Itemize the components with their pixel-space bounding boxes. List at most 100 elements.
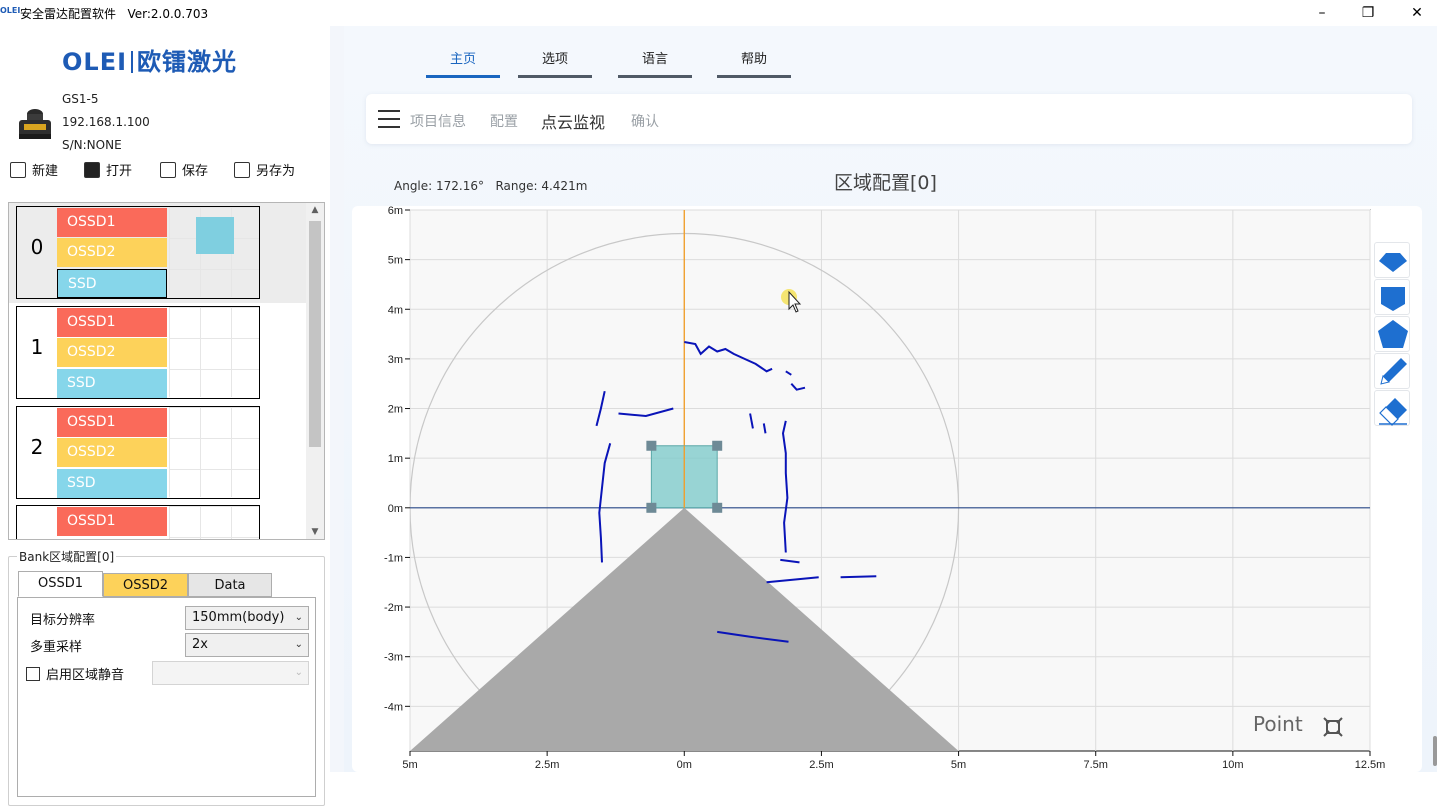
- ossd1-segment[interactable]: OSSD1: [57, 507, 167, 536]
- y-tick-label: -2m: [384, 602, 403, 614]
- pen-tool[interactable]: [1374, 353, 1410, 389]
- close-button[interactable]: ✕: [1397, 2, 1437, 24]
- bank-item-1[interactable]: 1 OSSD1 OSSD2 SSD: [9, 303, 307, 403]
- zone-corner-handle[interactable]: [712, 502, 723, 513]
- save-icon: [160, 162, 176, 178]
- pentagon-shape-tool[interactable]: [1374, 316, 1410, 352]
- breadcrumb: 项目信息 配置 点云监视 确认: [366, 94, 1412, 144]
- eraser-icon: [1379, 398, 1407, 426]
- zone-corner-handle[interactable]: [712, 440, 723, 451]
- panel-divider[interactable]: [330, 26, 344, 772]
- restore-button[interactable]: ❐: [1348, 2, 1388, 24]
- device-ip: 192.168.1.100: [62, 115, 150, 129]
- resolution-select[interactable]: 150mm(body) ⌄: [185, 606, 309, 630]
- scroll-up-icon[interactable]: ▲: [306, 205, 324, 215]
- tab-underline: [717, 75, 791, 78]
- angle-readout: Angle: 172.16°: [394, 179, 484, 193]
- eraser-tool[interactable]: [1374, 390, 1410, 426]
- x-tick-label: 5m: [402, 759, 417, 771]
- zone-corner-handle[interactable]: [646, 440, 657, 451]
- bank-list-scrollbar[interactable]: ▲ ▼: [306, 203, 324, 539]
- tab-underline: [518, 75, 592, 78]
- x-tick-label: 2.5m: [535, 759, 559, 771]
- lidar-device-icon: [19, 109, 51, 139]
- app-logo-small: OLEI: [0, 6, 21, 15]
- tab-underline: [426, 75, 500, 78]
- x-tick-label: 10m: [1222, 759, 1243, 771]
- ossd1-segment[interactable]: OSSD1: [57, 308, 167, 337]
- save-as-button[interactable]: 另存为: [234, 160, 295, 179]
- ssd-segment[interactable]: SSD: [57, 269, 167, 298]
- new-file-icon: [10, 162, 26, 178]
- brand-logo: OLEI 欧镭激光: [62, 48, 238, 76]
- rectangle-shape-tool[interactable]: [1374, 279, 1410, 315]
- bank-config-title: Bank区域配置[0]: [17, 548, 117, 565]
- bank-card: OSSD1: [16, 505, 260, 539]
- hamburger-menu-icon[interactable]: [378, 110, 400, 128]
- minimize-button[interactable]: –: [1302, 2, 1342, 24]
- tab-ossd2[interactable]: OSSD2: [103, 573, 188, 597]
- bank-index: 0: [30, 235, 44, 259]
- panel-title: 区域配置[0]: [834, 172, 937, 194]
- bank-item-0[interactable]: 0 OSSD1 OSSD2 SSD: [9, 203, 307, 303]
- bank-item-3[interactable]: OSSD1: [9, 502, 307, 539]
- zone-plot[interactable]: 6m5m4m3m2m1m0m-1m-2m-3m-4m 5m 2.5m 0m 2.5m 5…: [352, 206, 1422, 772]
- y-tick-label: -4m: [384, 701, 403, 713]
- ssd-segment[interactable]: SSD: [57, 369, 167, 398]
- open-button[interactable]: 打开: [84, 160, 132, 179]
- tab-ossd1[interactable]: OSSD1: [18, 571, 103, 597]
- mute-checkbox[interactable]: [26, 667, 40, 681]
- zone-preview-square: [196, 217, 234, 254]
- scroll-down-icon[interactable]: ▼: [306, 527, 324, 537]
- shield-shape-icon: [1381, 287, 1405, 311]
- ossd2-segment[interactable]: OSSD2: [57, 438, 167, 467]
- crumb-project-info[interactable]: 项目信息: [410, 111, 466, 131]
- y-tick-label: 2m: [388, 404, 403, 416]
- zone-corner-handle[interactable]: [646, 502, 657, 513]
- crumb-config[interactable]: 配置: [490, 111, 518, 131]
- nav-tab-home[interactable]: 主页: [426, 48, 500, 78]
- nav-tab-language[interactable]: 语言: [618, 48, 692, 78]
- main-area: 主页 选项 语言 帮助 项目信息 配置 点云监视 确认 Angle: 172.1…: [344, 26, 1437, 772]
- save-button[interactable]: 保存: [160, 160, 208, 179]
- y-tick-label: 6m: [388, 206, 403, 217]
- y-tick-label: -3m: [384, 652, 403, 664]
- left-panel: OLEI 欧镭激光 GS1-5 192.168.1.100 S/N:NONE 新建…: [0, 26, 330, 806]
- y-tick-label: -1m: [384, 552, 403, 564]
- ossd1-segment[interactable]: OSSD1: [57, 408, 167, 437]
- bank-preview-grid: [169, 407, 259, 497]
- tab-data[interactable]: Data: [188, 573, 272, 597]
- bank-preview-grid: [169, 307, 259, 397]
- device-model: GS1-5: [62, 92, 99, 106]
- crumb-point-cloud[interactable]: 点云监视: [541, 109, 605, 133]
- ossd2-segment[interactable]: OSSD2: [57, 338, 167, 367]
- resize-handle-icon[interactable]: [1322, 716, 1344, 738]
- bank-list[interactable]: 0 OSSD1 OSSD2 SSD 1 OSSD1 OSSD2 SSD 2 OS…: [8, 202, 325, 540]
- bank-item-2[interactable]: 2 OSSD1 OSSD2 SSD: [9, 403, 307, 503]
- device-info: GS1-5 192.168.1.100 S/N:NONE: [62, 88, 150, 157]
- crumb-confirm[interactable]: 确认: [631, 111, 659, 131]
- scan-point-run: [840, 575, 877, 579]
- save-as-icon: [234, 162, 250, 178]
- chevron-down-icon: ⌄: [294, 639, 303, 650]
- diamond-icon: [1379, 253, 1407, 272]
- main-scrollbar[interactable]: [1433, 736, 1437, 766]
- x-tick-label: 7.5m: [1083, 759, 1107, 771]
- range-readout: Range: 4.421m: [495, 179, 588, 193]
- diamond-shape-tool[interactable]: [1374, 242, 1410, 278]
- device-serial: S/N:NONE: [62, 138, 122, 152]
- scrollbar-thumb[interactable]: [309, 221, 321, 447]
- y-tick-label: 1m: [388, 453, 403, 465]
- ossd1-segment[interactable]: OSSD1: [57, 208, 167, 237]
- multisample-select[interactable]: 2x ⌄: [185, 633, 309, 657]
- nav-tab-help[interactable]: 帮助: [717, 48, 791, 78]
- multisample-label: 多重采样: [30, 640, 83, 655]
- pen-icon: [1380, 358, 1407, 385]
- new-button[interactable]: 新建: [10, 160, 58, 179]
- x-axis-ticks: 5m 2.5m 0m 2.5m 5m 7.5m 10m 12.5m: [402, 751, 1385, 771]
- mute-checkbox-row[interactable]: 启用区域静音: [26, 664, 124, 683]
- y-tick-label: 5m: [388, 255, 403, 267]
- nav-tab-options[interactable]: 选项: [518, 48, 592, 78]
- ossd2-segment[interactable]: OSSD2: [57, 238, 167, 267]
- ssd-segment[interactable]: SSD: [57, 469, 167, 498]
